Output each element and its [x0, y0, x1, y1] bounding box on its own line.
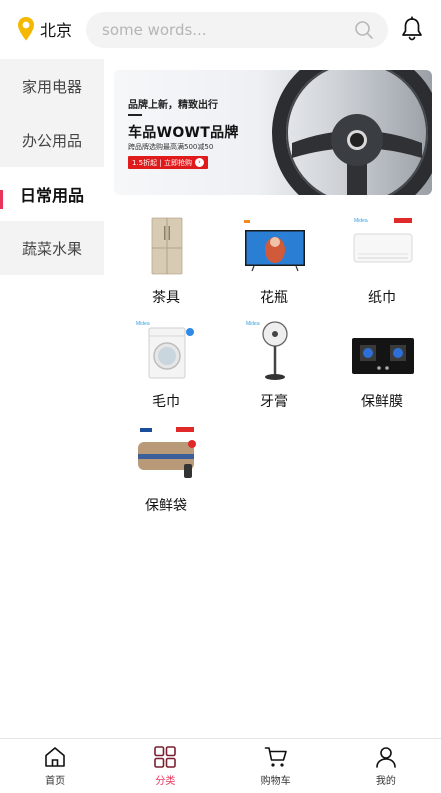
tab-cart[interactable]: 购物车 — [221, 739, 331, 793]
banner-buy-button[interactable]: 1.5折起 | 立即抢购 › — [128, 156, 208, 169]
arrow-right-icon: › — [194, 158, 204, 167]
tab-home[interactable]: 首页 — [0, 739, 110, 793]
header: 北京 — [0, 0, 441, 60]
product-item[interactable]: Midea 毛巾 — [110, 314, 222, 414]
product-item[interactable]: 茶具 — [110, 210, 222, 310]
product-item[interactable]: 保鲜膜 — [326, 314, 438, 414]
home-icon — [45, 747, 65, 767]
location-pin-icon — [18, 17, 34, 41]
sidebar-item-label: 办公用品 — [21, 131, 82, 150]
user-icon — [376, 747, 396, 768]
product-label: 保鲜膜 — [361, 394, 403, 410]
banner-tagline: 品牌上新，精致出行 — [128, 100, 218, 111]
product-label: 保鲜袋 — [145, 498, 187, 514]
banner-subtitle: 跨品牌选购最高满500减50 — [128, 143, 214, 151]
tv-image — [244, 220, 305, 272]
tab-label: 购物车 — [260, 776, 291, 787]
tab-label: 分类 — [155, 776, 176, 787]
product-item[interactable]: 花瓶 — [218, 210, 330, 310]
bottom-nav: 首页 分类 购物车 我的 — [0, 738, 441, 793]
tab-category[interactable]: 分类 — [110, 739, 220, 793]
banner-title: 车品WOWT品牌 — [128, 125, 239, 141]
svg-text:Midea: Midea — [136, 321, 150, 327]
sidebar-item-appliances[interactable]: 家用电器 — [0, 59, 104, 113]
water-heater-image — [138, 427, 196, 478]
product-label: 毛巾 — [152, 394, 180, 410]
banner-buy-label: 1.5折起 | 立即抢购 — [132, 158, 192, 167]
search-input[interactable] — [102, 21, 354, 39]
promo-banner[interactable]: 品牌上新，精致出行 车品WOWT品牌 跨品牌选购最高满500减50 1.5折起 … — [114, 70, 432, 195]
product-item[interactable]: Midea 纸巾 — [326, 210, 438, 310]
sidebar-item-office[interactable]: 办公用品 — [0, 113, 104, 167]
product-item[interactable]: 保鲜袋 — [110, 418, 222, 518]
product-item[interactable]: Midea 牙膏 — [218, 314, 330, 414]
tab-profile[interactable]: 我的 — [331, 739, 441, 793]
gas-stove-image — [352, 338, 414, 374]
washing-machine-image: Midea — [136, 321, 194, 379]
bell-icon[interactable] — [400, 16, 424, 42]
search-bar[interactable] — [86, 12, 388, 48]
air-conditioner-image: Midea — [353, 218, 413, 263]
banner-divider — [128, 114, 142, 116]
fan-image: Midea — [246, 321, 288, 380]
category-icon — [154, 746, 177, 768]
sidebar-item-label: 家用电器 — [21, 77, 82, 96]
sidebar-item-label: 蔬菜水果 — [21, 239, 82, 258]
product-label: 花瓶 — [260, 290, 288, 306]
tab-label: 首页 — [45, 776, 66, 787]
sidebar-item-label: 日常用品 — [19, 186, 84, 205]
cart-icon — [264, 747, 287, 767]
fridge-image — [151, 217, 183, 275]
steering-wheel-image — [272, 70, 432, 195]
location-text: 北京 — [40, 21, 73, 40]
category-sidebar: 家用电器 办公用品 日常用品 蔬菜水果 — [0, 59, 104, 275]
product-label: 茶具 — [152, 290, 180, 306]
location-selector[interactable]: 北京 — [16, 16, 72, 42]
sidebar-item-produce[interactable]: 蔬菜水果 — [0, 221, 104, 275]
sidebar-item-daily[interactable]: 日常用品 — [0, 167, 104, 221]
svg-text:Midea: Midea — [246, 321, 260, 327]
product-label: 牙膏 — [260, 394, 288, 410]
search-icon[interactable] — [354, 20, 374, 40]
svg-text:Midea: Midea — [354, 218, 368, 224]
product-label: 纸巾 — [368, 290, 396, 306]
tab-label: 我的 — [375, 776, 396, 787]
